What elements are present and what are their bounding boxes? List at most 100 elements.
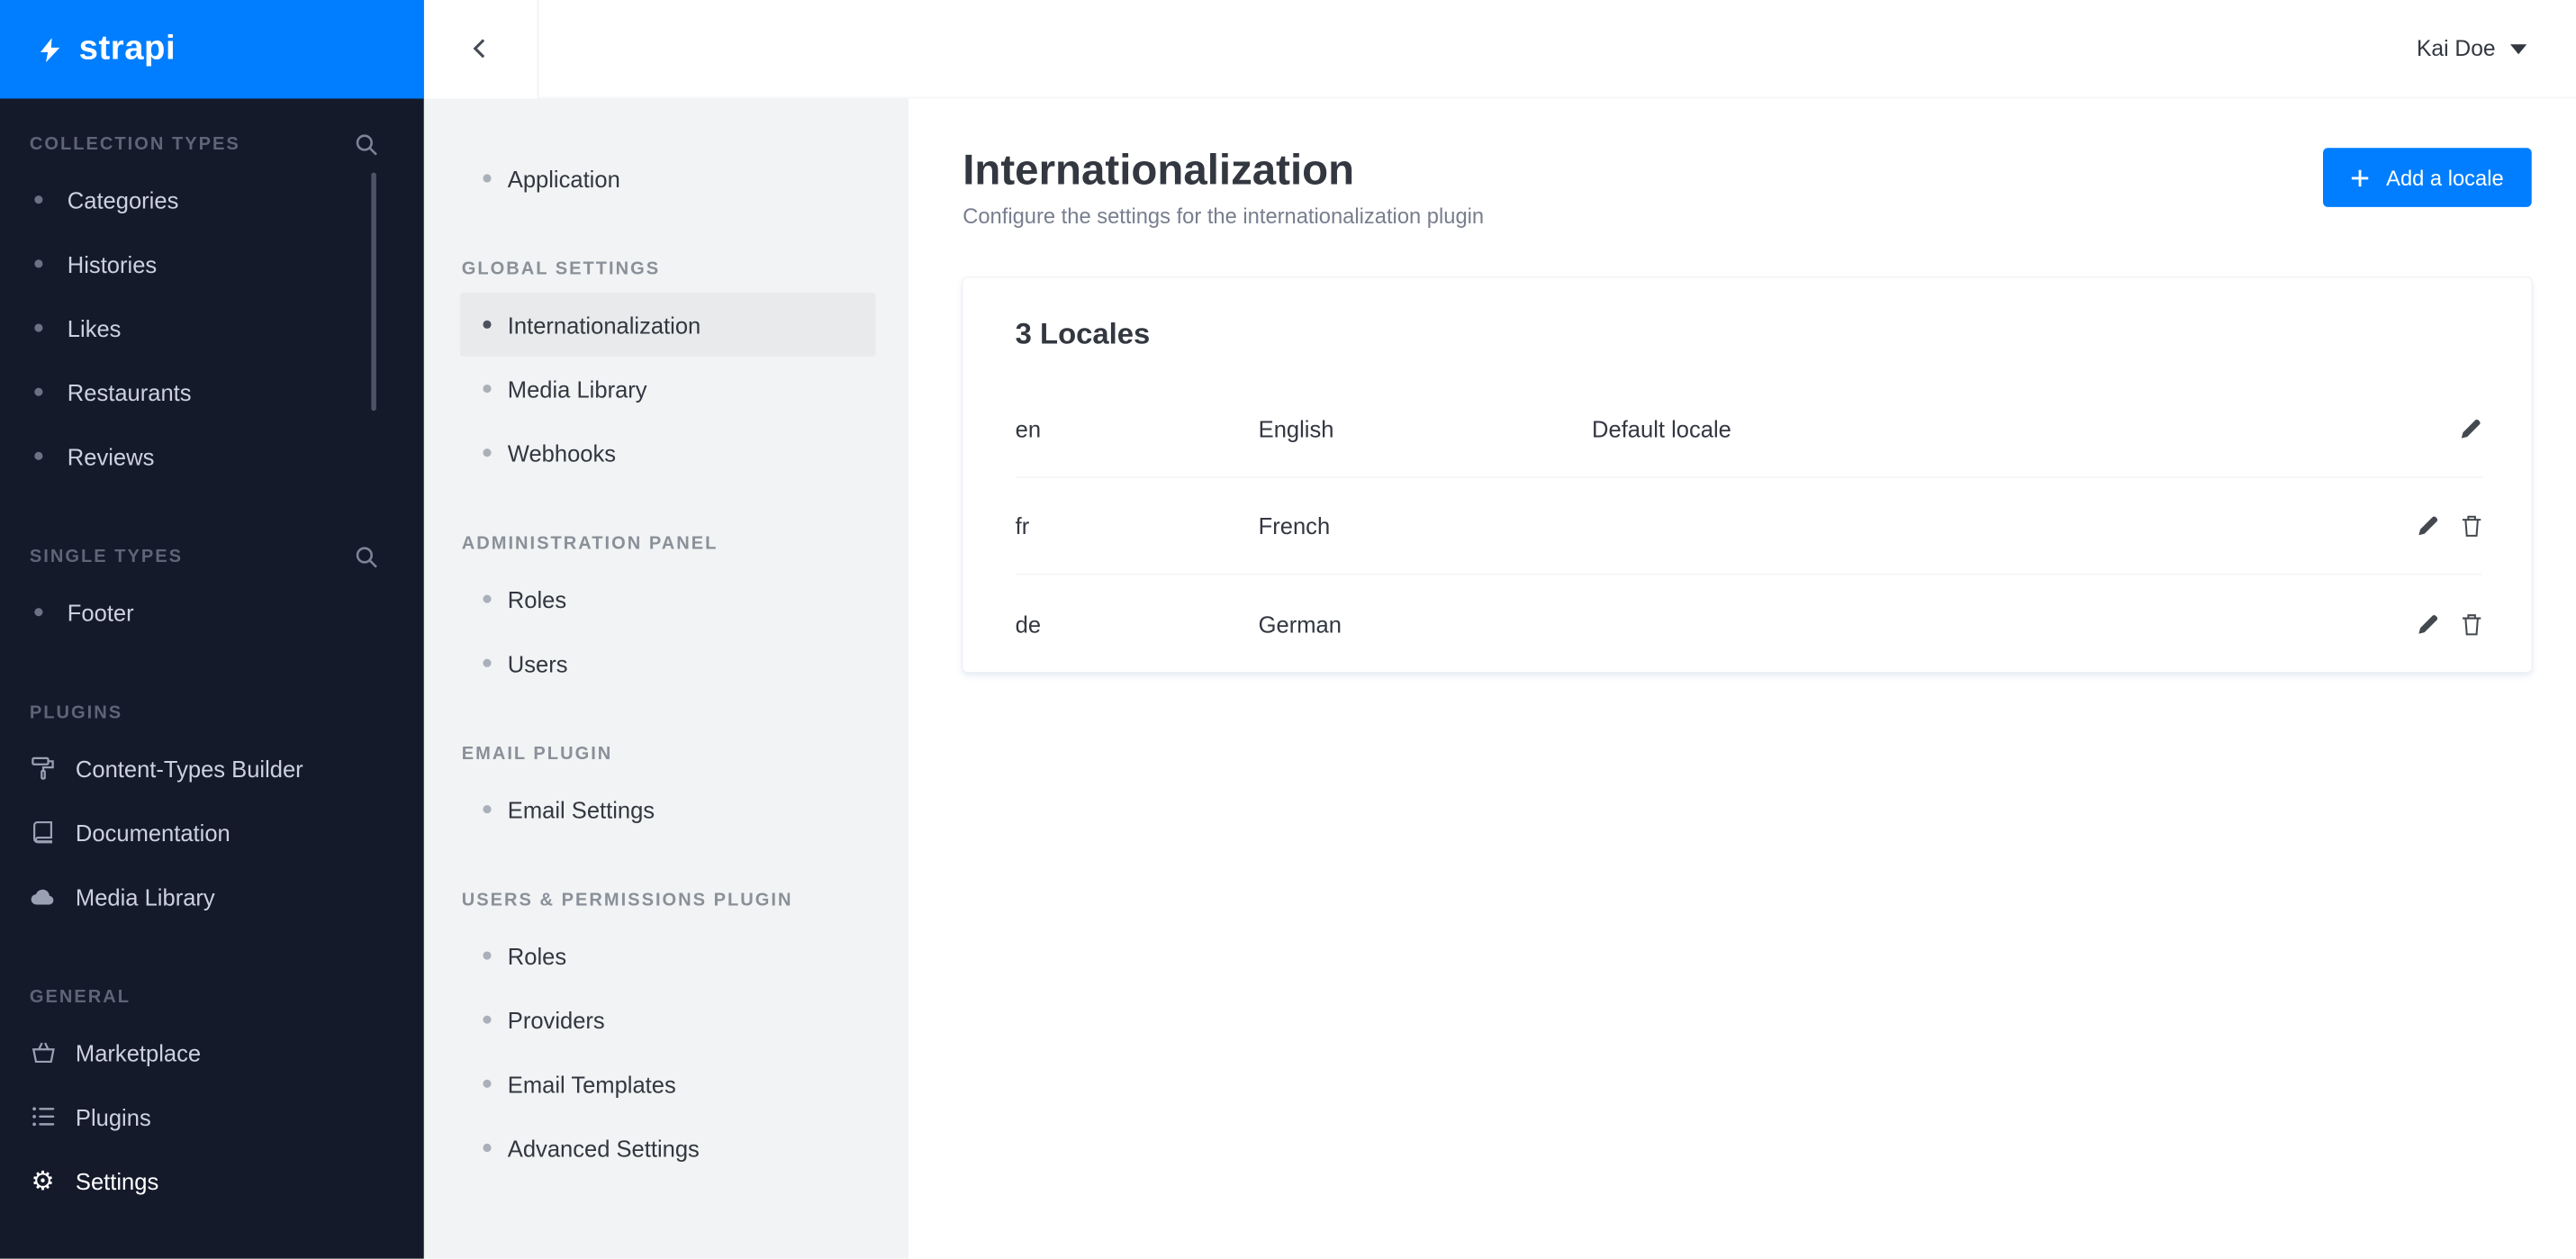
sidebar-section-general: GENERAL Marketplace Plugins ⚙ Settings [0, 984, 424, 1213]
settings-nav-item-media-library[interactable]: Media Library [460, 357, 876, 421]
chevron-down-icon [2510, 43, 2527, 54]
settings-nav-label: Roles [507, 942, 567, 969]
sidebar-section-single-types: SINGLE TYPES Footer [0, 544, 424, 644]
bullet-dot [34, 387, 43, 396]
edit-locale-button[interactable] [2417, 514, 2440, 538]
sidebar-item-label: Plugins [75, 1103, 151, 1130]
sidebar-item-label: Media Library [75, 883, 215, 910]
bullet-dot [483, 1143, 492, 1153]
sidebar-item-label: Content-Types Builder [75, 755, 303, 782]
sidebar-item-content-types-builder[interactable]: Content-Types Builder [0, 736, 424, 800]
edit-locale-button[interactable] [2459, 418, 2482, 441]
settings-group-label: USERS & PERMISSIONS PLUGIN [461, 890, 793, 910]
content-row: Application GLOBAL SETTINGS Internationa… [423, 98, 2576, 1259]
search-icon[interactable] [355, 133, 378, 157]
locale-name: English [1258, 415, 1334, 443]
locale-row-fr[interactable]: fr French [1015, 478, 2482, 575]
plugins-label: PLUGINS [29, 702, 123, 723]
sidebar-item-label: Settings [75, 1167, 159, 1194]
settings-nav-label: Application [507, 165, 620, 192]
sidebar-item-histories[interactable]: Histories [0, 231, 424, 295]
back-button[interactable] [423, 0, 539, 98]
cloud-icon [30, 883, 56, 910]
search-icon[interactable] [355, 546, 378, 569]
collection-types-label: COLLECTION TYPES [29, 134, 240, 155]
sidebar-item-label: Categories [67, 186, 179, 213]
settings-nav-item-admin-roles[interactable]: Roles [460, 566, 876, 630]
sidebar-body: COLLECTION TYPES Categories Histories Li… [0, 98, 424, 1212]
add-locale-label: Add a locale [2386, 165, 2504, 190]
bullet-dot [34, 451, 43, 460]
sidebar-scrollbar-thumb[interactable] [371, 172, 376, 412]
settings-group-global-settings: GLOBAL SETTINGS Internationalization Med… [459, 259, 876, 485]
strapi-logo-icon [40, 37, 60, 62]
user-name: Kai Doe [2416, 36, 2496, 61]
strapi-logo[interactable]: strapi [0, 0, 424, 99]
bullet-dot [483, 1079, 492, 1088]
page-title: Internationalization [963, 144, 1355, 195]
delete-locale-button[interactable] [2461, 612, 2482, 636]
settings-nav-label: Internationalization [507, 311, 701, 338]
settings-nav-item-advanced-settings[interactable]: Advanced Settings [460, 1116, 876, 1180]
bullet-dot [34, 608, 43, 617]
settings-nav-label: Providers [507, 1006, 605, 1033]
locale-row-de[interactable]: de German [1016, 575, 2482, 673]
trash-icon [2461, 612, 2482, 636]
sidebar-item-settings[interactable]: ⚙ Settings [0, 1148, 424, 1212]
locale-row-en[interactable]: en English Default locale [1015, 382, 2482, 479]
settings-nav-label: Advanced Settings [507, 1134, 700, 1162]
edit-locale-button[interactable] [2417, 612, 2440, 636]
sidebar-item-restaurants[interactable]: Restaurants [0, 360, 424, 424]
pencil-icon [2417, 514, 2440, 538]
sidebar-item-media-library[interactable]: Media Library [0, 865, 424, 928]
sidebar-item-label: Restaurants [67, 378, 192, 405]
sidebar-item-label: Footer [67, 599, 134, 626]
sidebar-item-label: Reviews [67, 442, 155, 469]
sidebar-item-documentation[interactable]: Documentation [0, 801, 424, 865]
settings-group-administration-panel: ADMINISTRATION PANEL Roles Users [460, 534, 876, 695]
delete-locale-button[interactable] [2461, 514, 2482, 538]
locale-code: de [1015, 611, 1042, 638]
strapi-logo-text: strapi [78, 29, 176, 68]
sidebar-item-likes[interactable]: Likes [0, 295, 424, 359]
settings-nav-item-email-settings[interactable]: Email Settings [460, 777, 876, 841]
settings-nav-label: Roles [507, 585, 567, 612]
general-label: GENERAL [29, 987, 131, 1008]
roller-icon [30, 756, 56, 780]
settings-nav-item-internationalization[interactable]: Internationalization [459, 292, 876, 357]
settings-nav-item-admin-users[interactable]: Users [460, 631, 876, 695]
locales-card-title: 3 Locales [1015, 317, 1151, 350]
settings-nav-label: Users [507, 649, 568, 676]
locale-name: French [1258, 512, 1331, 539]
sidebar-item-marketplace[interactable]: Marketplace [0, 1020, 424, 1084]
bullet-dot [483, 174, 492, 183]
settings-group-label: GLOBAL SETTINGS [461, 259, 661, 280]
sidebar-item-plugins[interactable]: Plugins [0, 1084, 424, 1148]
viewport: strapi COLLECTION TYPES Categories Histo… [0, 0, 2576, 1259]
pencil-icon [2459, 418, 2482, 441]
topbar: Kai Doe [423, 0, 2576, 99]
plus-icon [2352, 168, 2370, 186]
user-menu[interactable]: Kai Doe [2416, 36, 2576, 61]
sidebar-section-plugins: PLUGINS Content-Types Builder Documentat… [0, 700, 424, 928]
bullet-dot [34, 195, 43, 204]
settings-nav-label: Email Settings [507, 796, 655, 823]
bullet-dot [483, 805, 492, 814]
settings-nav-item-providers[interactable]: Providers [460, 988, 876, 1052]
settings-nav-item-email-templates[interactable]: Email Templates [460, 1052, 876, 1116]
add-locale-button[interactable]: Add a locale [2323, 148, 2532, 207]
settings-nav-label: Media Library [507, 375, 647, 403]
settings-nav-item-application[interactable]: Application [460, 146, 876, 210]
settings-group-users-permissions-plugin: USERS & PERMISSIONS PLUGIN Roles Provide… [460, 891, 876, 1180]
settings-nav-item-webhooks[interactable]: Webhooks [460, 421, 876, 485]
locales-card: 3 Locales en English Default locale fr F… [963, 277, 2532, 673]
main-content: Internationalization Configure the setti… [908, 98, 2576, 1259]
bullet-dot [483, 1015, 492, 1024]
bullet-dot [483, 951, 492, 960]
sidebar-section-collection-types: COLLECTION TYPES Categories Histories Li… [0, 131, 424, 488]
settings-nav-item-up-roles[interactable]: Roles [460, 923, 876, 987]
sidebar-item-categories[interactable]: Categories [0, 168, 424, 231]
bullet-dot [34, 323, 43, 332]
sidebar-item-reviews[interactable]: Reviews [0, 424, 424, 488]
sidebar-item-footer[interactable]: Footer [0, 580, 424, 644]
